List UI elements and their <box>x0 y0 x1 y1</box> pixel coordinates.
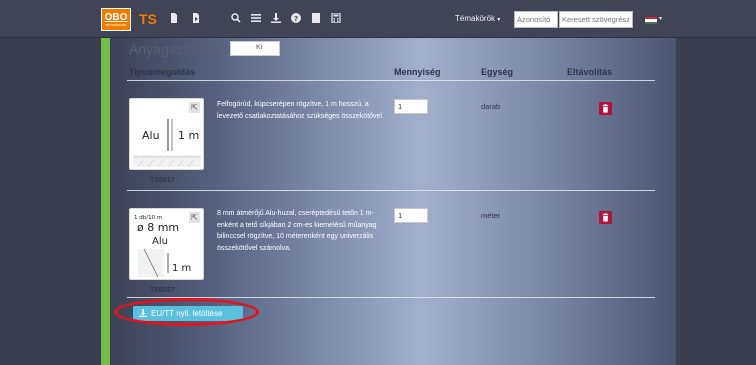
svg-text:?: ? <box>294 15 298 23</box>
language-flag-icon[interactable] <box>645 17 657 24</box>
logo-subtext: BETTERMANN <box>105 23 127 27</box>
file-icon[interactable] <box>310 12 322 24</box>
topics-label: Témakörök <box>455 14 496 23</box>
logo-text: OBO <box>104 12 128 23</box>
product-description: 8 mm átmérőjű Alu-huzal, cseréptedésű te… <box>217 210 377 252</box>
unit-label: darab <box>481 102 501 111</box>
id-search-input[interactable] <box>514 11 558 28</box>
unit-label: méter <box>481 211 501 220</box>
card-side-label: 1 m <box>178 129 199 142</box>
product-description: Felfogórúd, kúpcserépen rögzítve, 1 m ho… <box>217 101 384 120</box>
product-code: TS0017 <box>150 177 175 184</box>
expand-icon[interactable]: ⇱ <box>189 212 200 223</box>
delete-button[interactable] <box>599 102 612 115</box>
column-header-quantity: Mennyiség <box>394 67 441 77</box>
trash-icon <box>602 104 609 113</box>
language-chevron-down-icon[interactable]: ▾ <box>659 15 662 22</box>
app-name[interactable]: TS <box>139 11 157 27</box>
product-card[interactable]: Alu 1 m ⇱ <box>129 98 204 170</box>
calculator-icon[interactable] <box>330 12 342 24</box>
page-title: Anyagszükséglet <box>129 41 235 57</box>
text-search-input[interactable] <box>559 11 633 28</box>
obo-logo[interactable]: OBO BETTERMANN <box>101 8 131 31</box>
column-header-remove: Eltávolítás <box>567 67 613 77</box>
card-sub-label: Alu <box>152 236 168 247</box>
document-icon[interactable] <box>168 12 180 24</box>
column-header-unit: Egység <box>481 67 514 77</box>
toggle-switch[interactable]: Ki <box>230 41 280 56</box>
column-header-solution: Típusmegoldás <box>129 67 196 77</box>
chevron-down-icon: ▾ <box>497 17 501 23</box>
highlight-annotation <box>114 298 259 326</box>
top-navbar: OBO BETTERMANN TS ? Témakörök ▾ ▾ <box>0 0 756 38</box>
card-main-label: ø 8 mm <box>137 221 179 234</box>
divider <box>127 190 655 191</box>
trash-icon <box>602 213 609 222</box>
left-margin <box>0 38 101 365</box>
card-side-label: 1 m <box>172 263 191 274</box>
product-card[interactable]: 1 db/10 m ø 8 mm Alu 1 m ⇱ <box>129 208 204 280</box>
topics-dropdown[interactable]: Témakörök ▾ <box>455 14 500 23</box>
toggle-label: Ki <box>256 44 263 51</box>
divider <box>127 80 655 81</box>
sidebar-accent-bar <box>101 38 110 365</box>
quantity-input[interactable] <box>394 99 428 114</box>
download-icon[interactable] <box>270 12 282 24</box>
card-main-label: Alu <box>142 129 160 142</box>
delete-button[interactable] <box>599 211 612 224</box>
document-arrow-icon[interactable] <box>190 12 202 24</box>
right-margin <box>676 38 756 365</box>
list-icon[interactable] <box>250 12 262 24</box>
help-icon[interactable]: ? <box>290 12 302 24</box>
quantity-input[interactable] <box>394 208 428 223</box>
product-code: TS0027 <box>150 287 175 294</box>
expand-icon[interactable]: ⇱ <box>189 102 200 113</box>
search-icon[interactable] <box>230 12 242 24</box>
